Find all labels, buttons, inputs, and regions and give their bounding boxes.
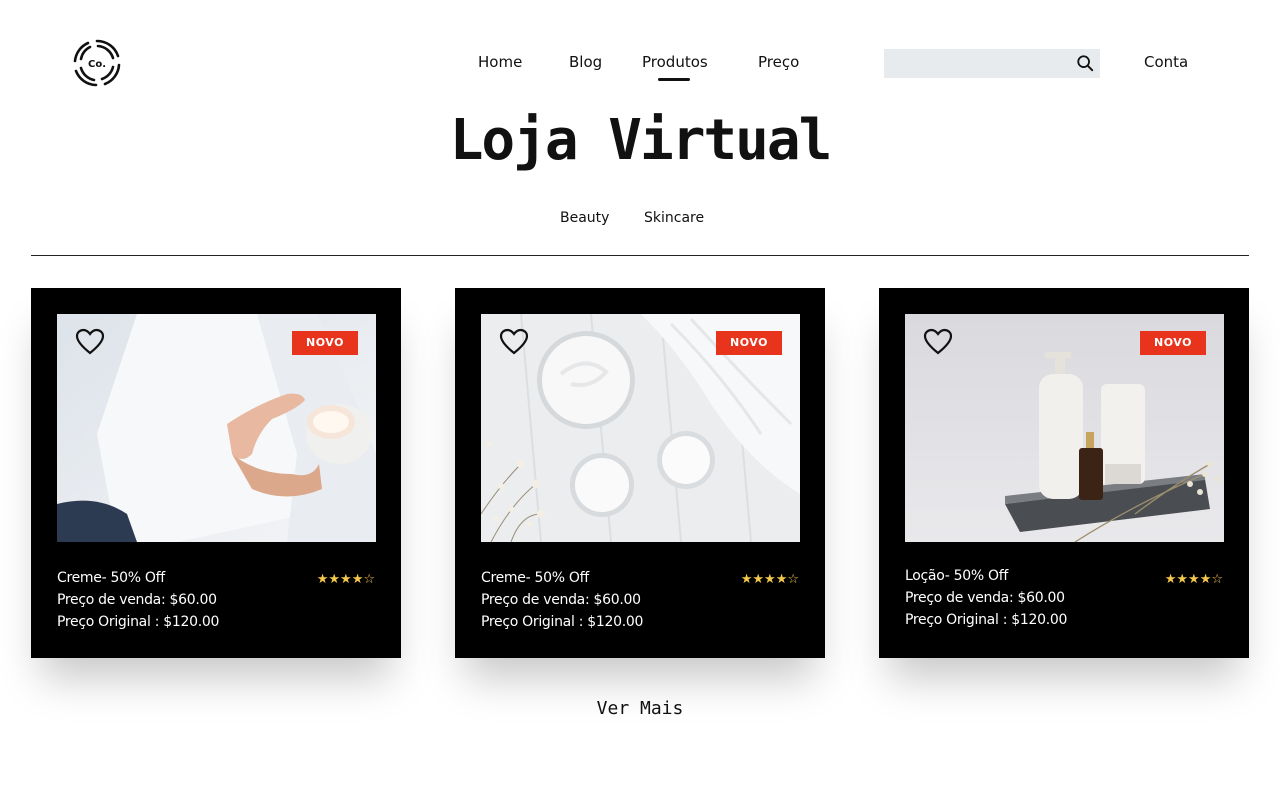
- rating-stars: ★★★★☆: [741, 572, 799, 587]
- new-badge: NOVO: [716, 331, 782, 355]
- star-icon: ★: [1188, 572, 1200, 587]
- category-skincare[interactable]: Skincare: [644, 210, 704, 226]
- rating-stars: ★★★★☆: [1165, 572, 1223, 587]
- product-image[interactable]: NOVO: [57, 314, 376, 542]
- original-price: Preço Original : $120.00: [57, 614, 220, 630]
- star-icon: ★: [328, 572, 341, 587]
- star-icon: ★: [764, 572, 776, 587]
- nav-active-indicator: [658, 78, 690, 81]
- rating-stars: ★★★★☆: [317, 572, 375, 587]
- product-image[interactable]: NOVO: [905, 314, 1224, 542]
- product-card[interactable]: NOVO Creme- 50% Off ★★★★☆ Preço de venda…: [455, 288, 825, 658]
- star-outline-icon: ☆: [363, 572, 375, 587]
- search-bar: [884, 49, 1100, 78]
- product-card[interactable]: NOVO Loção- 50% Off ★★★★☆ Preço de venda…: [879, 288, 1249, 658]
- heart-icon[interactable]: [499, 328, 529, 356]
- star-outline-icon: ☆: [1211, 572, 1223, 587]
- star-icon: ★: [340, 572, 352, 587]
- heart-icon[interactable]: [923, 328, 953, 356]
- sale-price: Preço de venda: $60.00: [905, 590, 1065, 606]
- section-divider: [31, 255, 1249, 256]
- new-badge: NOVO: [292, 331, 358, 355]
- sale-price: Preço de venda: $60.00: [57, 592, 217, 608]
- search-icon[interactable]: [1076, 54, 1094, 72]
- logo-text: Co.: [88, 59, 106, 70]
- star-icon: ★: [1164, 572, 1177, 587]
- product-name: Creme- 50% Off: [57, 570, 165, 586]
- original-price: Preço Original : $120.00: [905, 612, 1068, 628]
- star-icon: ★: [1199, 572, 1212, 587]
- star-icon: ★: [740, 572, 753, 587]
- product-name: Creme- 50% Off: [481, 570, 589, 586]
- logo-icon[interactable]: Co.: [72, 38, 122, 88]
- sale-price: Preço de venda: $60.00: [481, 592, 641, 608]
- page-title: Loja Virtual: [449, 108, 833, 173]
- star-icon: ★: [351, 572, 364, 587]
- heart-icon[interactable]: [75, 328, 105, 356]
- category-beauty[interactable]: Beauty: [560, 210, 609, 226]
- star-icon: ★: [775, 572, 788, 587]
- star-icon: ★: [752, 572, 765, 587]
- nav-preco[interactable]: Preço: [758, 53, 799, 71]
- search-input[interactable]: [884, 49, 1064, 78]
- star-icon: ★: [1176, 572, 1189, 587]
- product-name: Loção- 50% Off: [905, 568, 1008, 584]
- product-card[interactable]: NOVO Creme- 50% Off ★★★★☆ Preço de venda…: [31, 288, 401, 658]
- account-link[interactable]: Conta: [1144, 53, 1188, 71]
- nav-blog[interactable]: Blog: [569, 53, 602, 71]
- see-more-link[interactable]: Ver Mais: [0, 698, 1280, 719]
- product-image[interactable]: NOVO: [481, 314, 800, 542]
- new-badge: NOVO: [1140, 331, 1206, 355]
- nav-home[interactable]: Home: [478, 53, 522, 71]
- star-outline-icon: ☆: [787, 572, 799, 587]
- original-price: Preço Original : $120.00: [481, 614, 644, 630]
- star-icon: ★: [316, 572, 329, 587]
- nav-produtos[interactable]: Produtos: [642, 53, 708, 71]
